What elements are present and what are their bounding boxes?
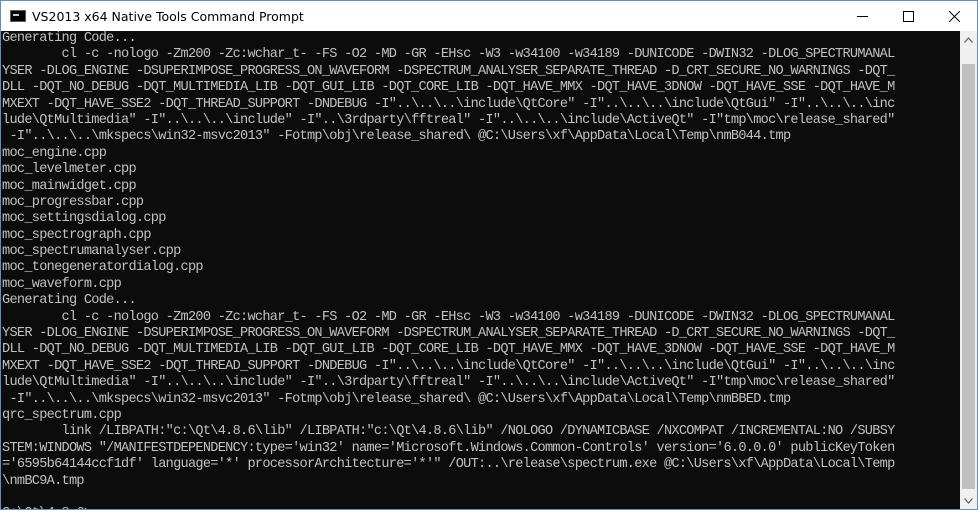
console-line: YSER -DLOG_ENGINE -DSUPERIMPOSE_PROGRESS… (2, 63, 895, 79)
console-line: moc_tonegeneratordialog.cpp (2, 260, 204, 276)
console-line: DLL -DQT_NO_DEBUG -DQT_MULTIMEDIA_LIB -D… (2, 80, 895, 96)
console-line: lude\QtMultimedia" -I"..\..\..\include" … (2, 112, 895, 128)
close-icon (948, 10, 960, 22)
console-line: moc_engine.cpp (2, 145, 107, 161)
console-line: ='6595b64144ccf1df' language='*' process… (2, 457, 895, 473)
maximize-button[interactable] (885, 1, 931, 31)
console-line: cl -c -nologo -Zm200 -Zc:wchar_t- -FS -O… (2, 309, 896, 325)
console-line: moc_spectrograph.cpp (2, 227, 151, 243)
command-prompt-line: C:\Qt\4.8.6> (2, 506, 961, 509)
console-line: lude\QtMultimedia" -I"..\..\..\include" … (2, 375, 895, 391)
console-line: Generating Code... (2, 31, 137, 46)
console-line: moc_progressbar.cpp (2, 194, 144, 210)
console-output[interactable]: Generating Code... cl -c -nologo -Zm200 … (1, 31, 961, 509)
close-button[interactable] (931, 1, 977, 31)
console-line: qrc_spectrum.cpp (2, 407, 122, 423)
scrollbar-thumb[interactable] (962, 64, 975, 489)
scroll-down-button[interactable] (960, 492, 977, 509)
console-window: VS2013 x64 Native Tools Command Prompt G… (0, 0, 978, 510)
title-bar[interactable]: VS2013 x64 Native Tools Command Prompt (1, 1, 977, 31)
console-line: moc_settingsdialog.cpp (2, 211, 166, 227)
chevron-down-icon (964, 497, 973, 504)
chevron-up-icon (964, 36, 973, 43)
console-line: YSER -DLOG_ENGINE -DSUPERIMPOSE_PROGRESS… (2, 326, 895, 342)
console-line: moc_mainwidget.cpp (2, 178, 137, 194)
minimize-button[interactable] (839, 1, 885, 31)
maximize-icon (902, 10, 914, 22)
console-line: -I"..\..\..\mkspecs\win32-msvc2013" -Fot… (2, 391, 791, 407)
window-title: VS2013 x64 Native Tools Command Prompt (32, 8, 304, 24)
scroll-up-button[interactable] (960, 31, 977, 48)
console-line: MXEXT -DQT_HAVE_SSE2 -DQT_THREAD_SUPPORT… (2, 358, 895, 374)
console-line: STEM:WINDOWS "/MANIFESTDEPENDENCY:type='… (2, 440, 895, 456)
console-app-icon[interactable] (10, 10, 26, 22)
console-line: moc_levelmeter.cpp (2, 162, 137, 178)
console-line: link /LIBPATH:"c:\Qt\4.8.6\lib" /LIBPATH… (2, 424, 896, 440)
vertical-scrollbar[interactable] (960, 31, 977, 509)
console-line: \nmBC9A.tmp (2, 473, 85, 489)
console-line: moc_spectrumanalyser.cpp (2, 244, 181, 260)
window-controls (839, 1, 977, 31)
console-line: MXEXT -DQT_HAVE_SSE2 -DQT_THREAD_SUPPORT… (2, 96, 895, 112)
minimize-icon (856, 15, 868, 17)
console-line: cl -c -nologo -Zm200 -Zc:wchar_t- -FS -O… (2, 47, 896, 63)
console-line: moc_waveform.cpp (2, 276, 122, 292)
console-line: -I"..\..\..\mkspecs\win32-msvc2013" -Fot… (2, 129, 791, 145)
console-line: DLL -DQT_NO_DEBUG -DQT_MULTIMEDIA_LIB -D… (2, 342, 895, 358)
console-line: Generating Code... (2, 293, 137, 309)
